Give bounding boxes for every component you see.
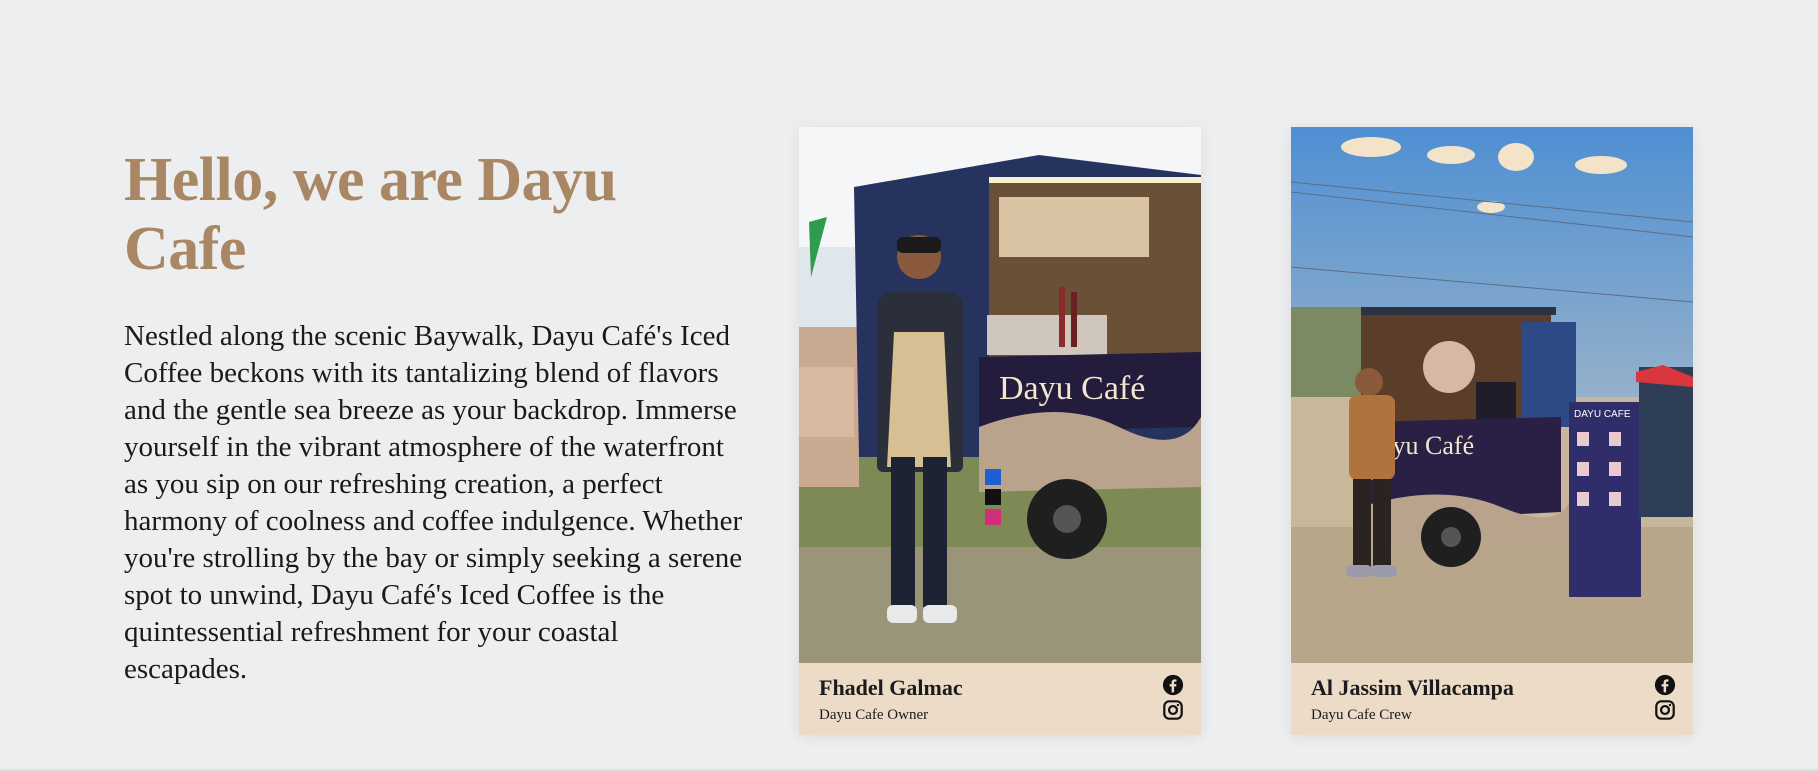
team-card-crew: ayu Café DAYU CAFE Al Jassim Villacampa … [1291, 127, 1693, 735]
team-member-name: Fhadel Galmac [819, 675, 963, 700]
team-info-owner: Fhadel Galmac Dayu Cafe Owner [799, 663, 1201, 735]
menu-banner-title: DAYU CAFE [1574, 409, 1631, 420]
team-info-crew: Al Jassim Villacampa Dayu Cafe Crew [1291, 663, 1693, 735]
facebook-icon[interactable] [1654, 674, 1676, 696]
facebook-icon[interactable] [1162, 674, 1184, 696]
page-background: Hello, we are Dayu Cafe Nestled along th… [0, 0, 1818, 771]
team-photo-owner: Dayu Café [799, 127, 1201, 663]
team-member-role: Dayu Cafe Owner [819, 707, 929, 723]
page-title: Hello, we are Dayu Cafe [124, 146, 617, 283]
team-photo-crew: ayu Café DAYU CAFE [1291, 127, 1693, 663]
cart-sign-text: Dayu Café [999, 370, 1145, 407]
team-member-name: Al Jassim Villacampa [1311, 675, 1514, 700]
team-card-owner: Dayu Café Fhadel Galmac Dayu Cafe Owner [799, 127, 1201, 735]
social-links [1654, 674, 1676, 721]
about-section: Hello, we are Dayu Cafe Nestled along th… [124, 146, 744, 688]
about-description: Nestled along the scenic Baywalk, Dayu C… [124, 320, 743, 685]
instagram-icon[interactable] [1654, 699, 1676, 721]
social-links [1162, 674, 1184, 721]
instagram-icon[interactable] [1162, 699, 1184, 721]
team-member-role: Dayu Cafe Crew [1311, 707, 1412, 723]
